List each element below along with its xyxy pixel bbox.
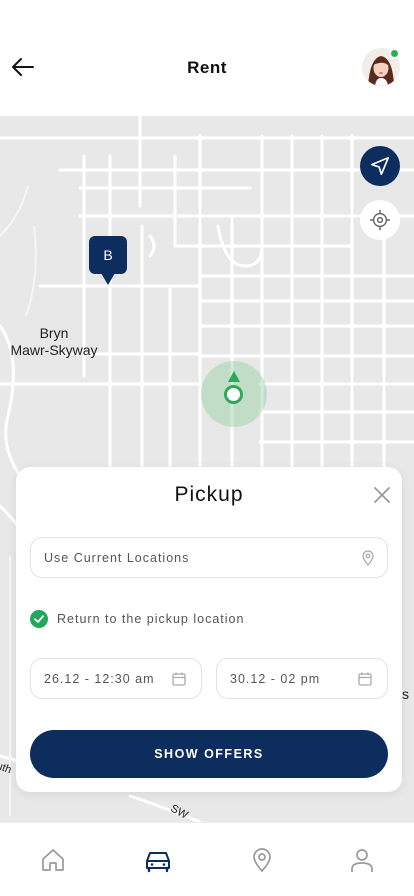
map-pin-icon <box>253 848 271 873</box>
marker-b-label: B <box>103 247 113 263</box>
marker-b-pointer <box>101 273 115 285</box>
pickup-datetime-field[interactable]: 26.12 - 12:30 am <box>30 658 202 699</box>
online-status-dot <box>389 48 400 59</box>
app-header: Rent <box>0 0 414 116</box>
return-to-pickup-checkbox[interactable] <box>30 610 48 628</box>
calendar-icon <box>358 672 372 686</box>
close-icon <box>374 487 390 503</box>
neighborhood-label-text: Bryn Mawr-Skyway <box>10 325 98 358</box>
marker-b[interactable]: B <box>89 236 127 274</box>
heading-arrow-icon <box>228 371 240 382</box>
tab-home[interactable] <box>38 845 68 875</box>
pickup-sheet: Pickup Use Current Locations Return to t… <box>16 467 402 792</box>
navigate-button[interactable] <box>360 146 400 186</box>
car-icon <box>146 852 170 873</box>
return-to-pickup-label: Return to the pickup location <box>57 612 245 626</box>
map-label-edge-right: s <box>402 686 409 702</box>
sheet-title: Pickup <box>174 483 244 506</box>
return-datetime-value: 30.12 - 02 pm <box>230 672 321 686</box>
tab-rent[interactable] <box>143 845 173 875</box>
close-button[interactable] <box>372 485 392 505</box>
calendar-icon <box>172 672 186 686</box>
pickup-location-input[interactable]: Use Current Locations <box>30 537 388 578</box>
navigation-arrow-icon <box>370 156 390 176</box>
map-label-neighborhood: Bryn Mawr-Skyway <box>6 325 102 359</box>
crosshair-icon <box>369 209 391 231</box>
pickup-datetime-value: 26.12 - 12:30 am <box>44 672 155 686</box>
tab-profile[interactable] <box>347 845 377 875</box>
return-datetime-field[interactable]: 30.12 - 02 pm <box>216 658 388 699</box>
checkmark-icon <box>34 615 44 623</box>
home-icon <box>42 849 64 871</box>
page-title: Rent <box>187 58 227 77</box>
locate-me-button[interactable] <box>360 200 400 240</box>
tab-locations[interactable] <box>247 845 277 875</box>
pickup-location-placeholder: Use Current Locations <box>44 551 190 565</box>
current-location-dot <box>224 385 243 404</box>
show-offers-button[interactable]: SHOW OFFERS <box>30 730 388 778</box>
bottom-tab-bar <box>0 822 414 896</box>
location-pin-icon <box>362 550 374 566</box>
user-icon <box>351 849 373 872</box>
